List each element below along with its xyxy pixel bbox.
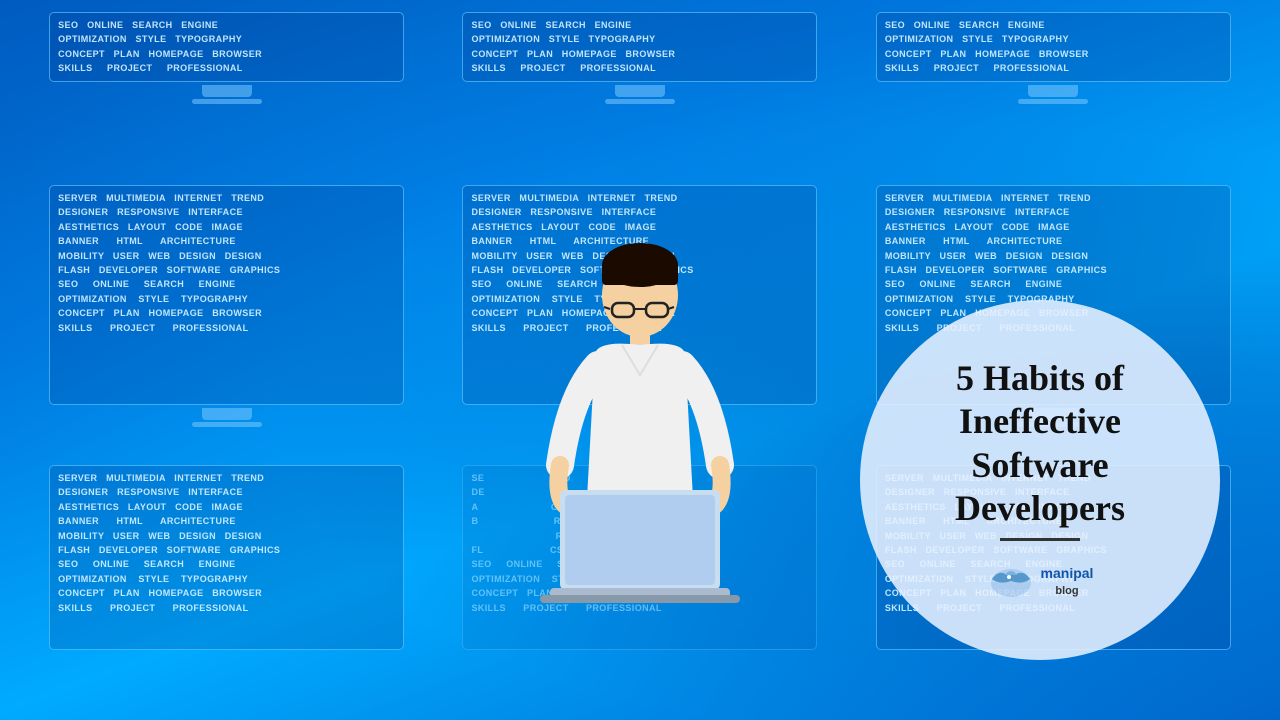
monitor-base-top-left (192, 99, 262, 104)
monitor-base-top-center (605, 99, 675, 104)
logo-text: manipal blog (1041, 566, 1094, 597)
wordcloud-top-left: SEO ONLINE SEARCH ENGINE OPTIMIZATION ST… (49, 12, 404, 82)
monitor-stand-top-left (202, 85, 252, 97)
wordcloud-top-right: SEO ONLINE SEARCH ENGINE OPTIMIZATION ST… (876, 12, 1231, 82)
person-figure (510, 235, 770, 665)
top-row: SEO ONLINE SEARCH ENGINE OPTIMIZATION ST… (0, 0, 1280, 170)
monitor-stand-mid-left (202, 408, 252, 420)
wordcloud-top-center: SEO ONLINE SEARCH ENGINE OPTIMIZATION ST… (462, 12, 817, 82)
wordcloud-mid-left: SERVER MULTIMEDIA INTERNET TREND DESIGNE… (49, 185, 404, 405)
monitor-mid-left: SERVER MULTIMEDIA INTERNET TREND DESIGNE… (49, 185, 404, 427)
monitor-top-right: SEO ONLINE SEARCH ENGINE OPTIMIZATION ST… (876, 12, 1231, 104)
wordcloud-bot-left: SERVER MULTIMEDIA INTERNET TREND DESIGNE… (49, 465, 404, 650)
title-underline (1000, 538, 1080, 541)
monitor-base-mid-left (192, 422, 262, 427)
monitor-stand-top-center (615, 85, 665, 97)
title-circle: 5 Habits of Ineffective Software Develop… (860, 300, 1220, 660)
monitor-base-top-right (1018, 99, 1088, 104)
logo-icon (987, 561, 1035, 603)
logo-container: manipal blog (987, 561, 1094, 603)
monitor-bot-left: SERVER MULTIMEDIA INTERNET TREND DESIGNE… (49, 465, 404, 650)
monitor-top-center: SEO ONLINE SEARCH ENGINE OPTIMIZATION ST… (462, 12, 817, 104)
monitor-stand-top-right (1028, 85, 1078, 97)
title-text: 5 Habits of Ineffective Software Develop… (890, 357, 1190, 530)
monitor-top-left: SEO ONLINE SEARCH ENGINE OPTIMIZATION ST… (49, 12, 404, 104)
